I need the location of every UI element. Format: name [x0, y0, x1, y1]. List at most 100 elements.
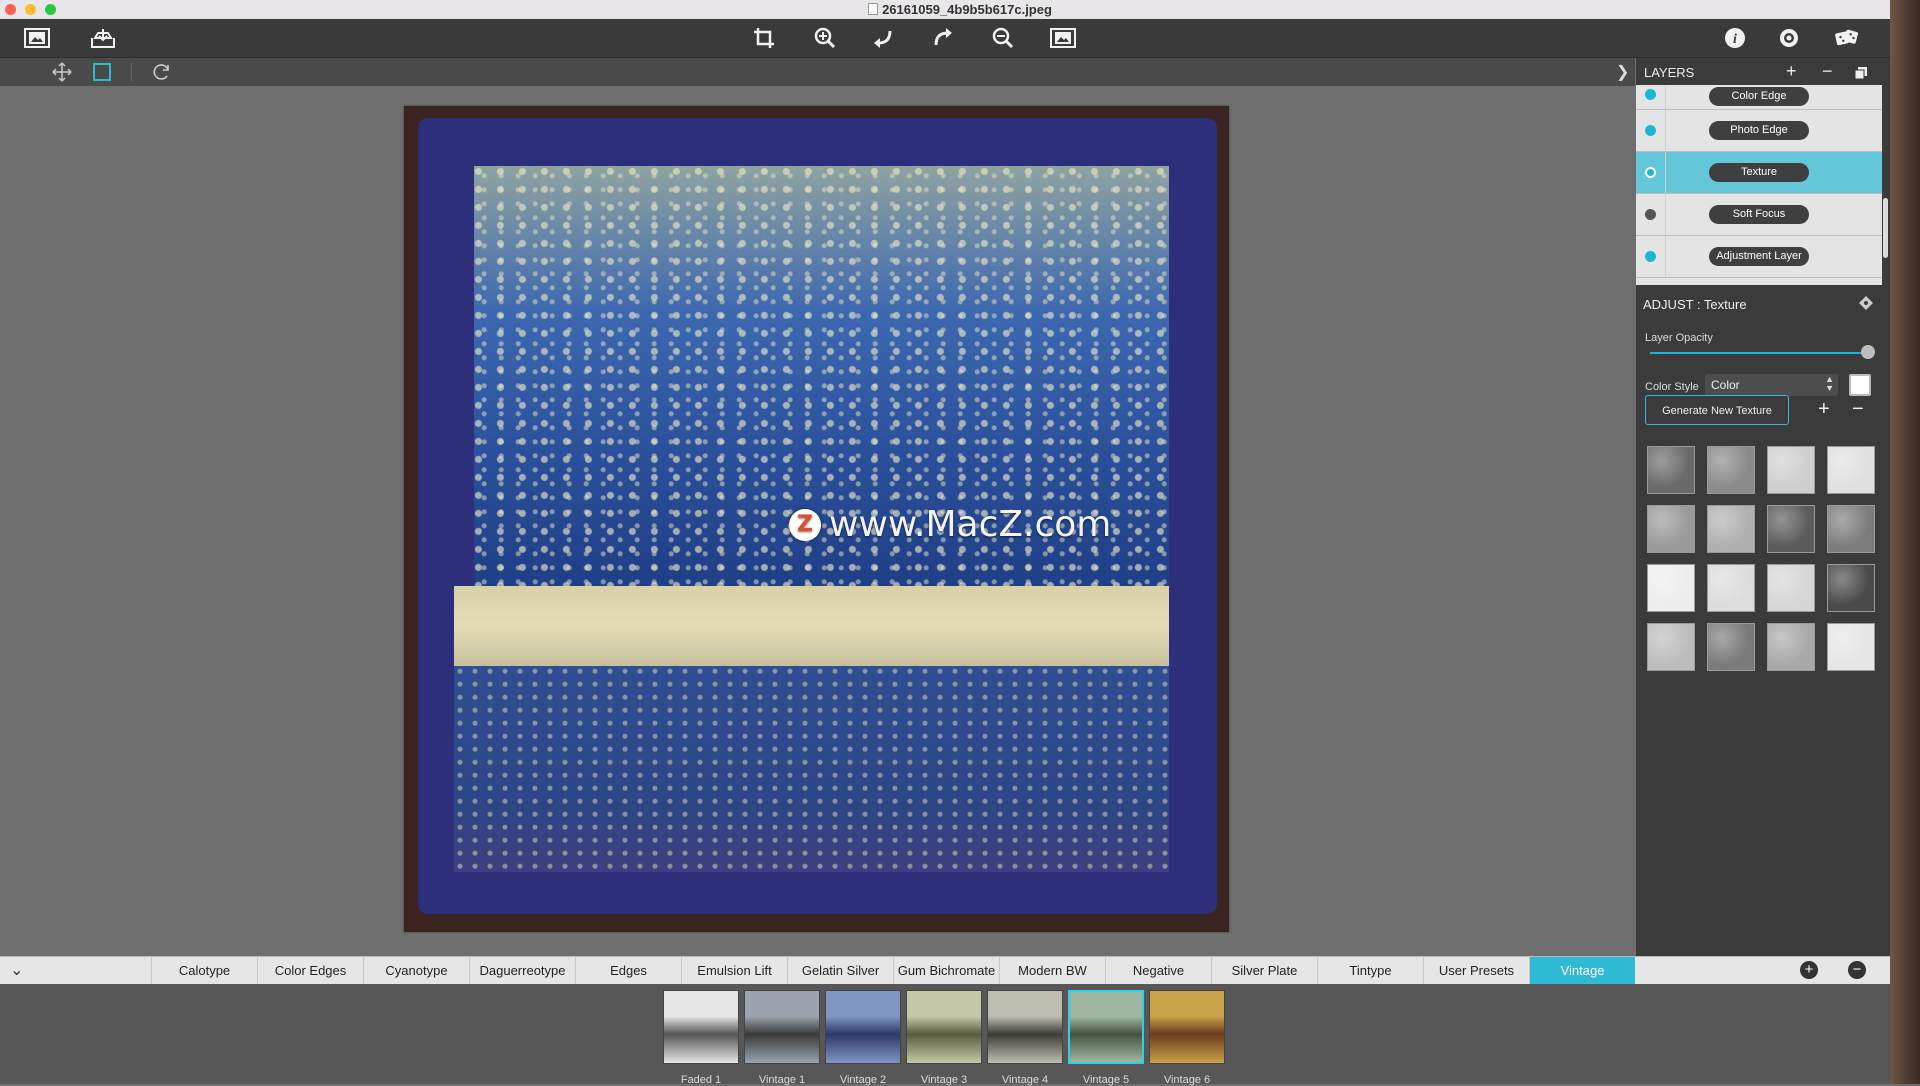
- layer-row-selected[interactable]: Texture: [1636, 152, 1882, 194]
- preset-thumbnail[interactable]: [906, 990, 982, 1064]
- color-style-value: Color: [1711, 378, 1740, 392]
- adjust-title: ADJUST : Texture: [1643, 297, 1747, 312]
- layer-row[interactable]: Soft Focus: [1636, 194, 1882, 236]
- preset-tab[interactable]: Tintype: [1317, 957, 1423, 985]
- layer-scrollbar[interactable]: [1883, 198, 1888, 258]
- preset-tab[interactable]: Gelatin Silver: [787, 957, 893, 985]
- opacity-slider-knob[interactable]: [1861, 345, 1875, 359]
- preset-tab[interactable]: Emulsion Lift: [681, 957, 787, 985]
- sub-toolbar: ❯: [0, 58, 1635, 86]
- preset-thumbnail[interactable]: [744, 990, 820, 1064]
- texture-grid: [1647, 446, 1877, 671]
- crop-icon[interactable]: [751, 27, 777, 49]
- preset-tab[interactable]: Gum Bichromate: [893, 957, 999, 985]
- texture-thumbnail[interactable]: [1767, 623, 1815, 671]
- preset-tab[interactable]: Color Edges: [257, 957, 363, 985]
- add-texture-button[interactable]: +: [1818, 398, 1830, 421]
- minimize-window-button[interactable]: [25, 4, 36, 15]
- texture-thumbnail[interactable]: [1647, 623, 1695, 671]
- select-rect-icon[interactable]: [90, 61, 114, 83]
- window-title: 26161059_4b9b5b617c.jpeg: [882, 2, 1052, 17]
- remove-texture-button[interactable]: −: [1852, 398, 1864, 421]
- layer-row[interactable]: Photo Edge: [1636, 110, 1882, 152]
- zoom-out-icon[interactable]: [990, 27, 1016, 49]
- texture-thumbnail[interactable]: [1767, 564, 1815, 612]
- generate-texture-button[interactable]: Generate New Texture: [1645, 395, 1789, 425]
- texture-thumbnail[interactable]: [1647, 446, 1695, 494]
- remove-layer-button[interactable]: −: [1822, 61, 1833, 81]
- visibility-toggle[interactable]: [1645, 209, 1656, 220]
- duplicate-layer-icon[interactable]: [1854, 64, 1868, 84]
- texture-thumbnail[interactable]: [1707, 446, 1755, 494]
- undo-icon[interactable]: [870, 27, 896, 49]
- texture-thumbnail[interactable]: [1707, 505, 1755, 553]
- preset-thumbnail-label: Vintage 1: [758, 1074, 806, 1086]
- preset-thumbnail[interactable]: [825, 990, 901, 1064]
- info-icon[interactable]: i: [1722, 27, 1748, 49]
- texture-thumbnail[interactable]: [1767, 446, 1815, 494]
- preset-thumbnail[interactable]: [987, 990, 1063, 1064]
- color-swatch[interactable]: [1849, 374, 1871, 396]
- visibility-toggle[interactable]: [1645, 89, 1656, 100]
- visibility-toggle[interactable]: [1645, 251, 1656, 262]
- layers-title: LAYERS: [1644, 65, 1695, 80]
- chevron-down-icon[interactable]: ⌄: [10, 960, 23, 980]
- move-icon[interactable]: [50, 61, 74, 83]
- preset-thumbnail[interactable]: [1149, 990, 1225, 1064]
- watermark: Z www.MacZ.com: [789, 504, 1111, 545]
- chevron-right-icon[interactable]: ❯: [1616, 62, 1629, 82]
- remove-preset-button[interactable]: −: [1848, 961, 1866, 979]
- preset-thumbnail-label: Vintage 2: [839, 1074, 887, 1086]
- add-preset-button[interactable]: +: [1800, 961, 1818, 979]
- svg-text:i: i: [1733, 32, 1737, 47]
- layers-header: LAYERS + −: [1636, 58, 1890, 85]
- texture-thumbnail[interactable]: [1647, 505, 1695, 553]
- preset-thumbnail-label: Vintage 4: [1001, 1074, 1049, 1086]
- export-icon[interactable]: [90, 27, 116, 49]
- preset-tab[interactable]: Modern BW: [999, 957, 1105, 985]
- texture-thumbnail[interactable]: [1767, 505, 1815, 553]
- preset-thumbnail-label: Vintage 3: [920, 1074, 968, 1086]
- texture-thumbnail[interactable]: [1827, 623, 1875, 671]
- preset-tab[interactable]: Calotype: [151, 957, 257, 985]
- pin-icon[interactable]: [1858, 295, 1874, 311]
- opacity-slider-track[interactable]: [1650, 352, 1866, 354]
- preset-tab[interactable]: Daguerreotype: [469, 957, 575, 985]
- preset-tab[interactable]: User Presets: [1423, 957, 1529, 985]
- preset-tab[interactable]: Negative: [1105, 957, 1211, 985]
- preset-tab[interactable]: Cyanotype: [363, 957, 469, 985]
- file-icon: [868, 3, 879, 15]
- layer-row[interactable]: Adjustment Layer: [1636, 236, 1882, 278]
- layer-list: Color Edge Photo Edge Texture Soft Focus…: [1636, 85, 1882, 285]
- add-layer-button[interactable]: +: [1786, 61, 1797, 81]
- color-style-select[interactable]: Color ▲ ▼: [1705, 374, 1838, 396]
- texture-thumbnail[interactable]: [1647, 564, 1695, 612]
- preset-thumbnail[interactable]: [1068, 990, 1144, 1064]
- preset-tab[interactable]: Edges: [575, 957, 681, 985]
- fit-image-icon[interactable]: [1050, 27, 1076, 49]
- redo-icon[interactable]: [930, 27, 956, 49]
- layer-opacity-label: Layer Opacity: [1645, 332, 1713, 344]
- random-dice-icon[interactable]: [1834, 27, 1860, 49]
- desktop-background: [1890, 0, 1920, 1084]
- layer-label: Texture: [1709, 163, 1809, 182]
- preset-tab[interactable]: Vintage: [1529, 957, 1635, 985]
- texture-thumbnail[interactable]: [1827, 564, 1875, 612]
- texture-thumbnail[interactable]: [1707, 564, 1755, 612]
- layer-row[interactable]: Color Edge: [1636, 85, 1882, 110]
- image-canvas[interactable]: Z www.MacZ.com: [0, 86, 1635, 956]
- settings-icon[interactable]: [1776, 27, 1802, 49]
- preset-thumbnail-label: Vintage 5: [1082, 1074, 1130, 1086]
- zoom-in-icon[interactable]: [812, 27, 838, 49]
- texture-thumbnail[interactable]: [1827, 446, 1875, 494]
- preset-thumbnail[interactable]: [663, 990, 739, 1064]
- texture-thumbnail[interactable]: [1707, 623, 1755, 671]
- preset-tab[interactable]: Silver Plate: [1211, 957, 1317, 985]
- rotate-icon[interactable]: [150, 61, 174, 83]
- visibility-toggle[interactable]: [1645, 125, 1656, 136]
- zoom-window-button[interactable]: [45, 4, 56, 15]
- texture-thumbnail[interactable]: [1827, 505, 1875, 553]
- visibility-toggle[interactable]: [1645, 167, 1656, 178]
- close-window-button[interactable]: [5, 4, 16, 15]
- open-image-icon[interactable]: [24, 27, 50, 49]
